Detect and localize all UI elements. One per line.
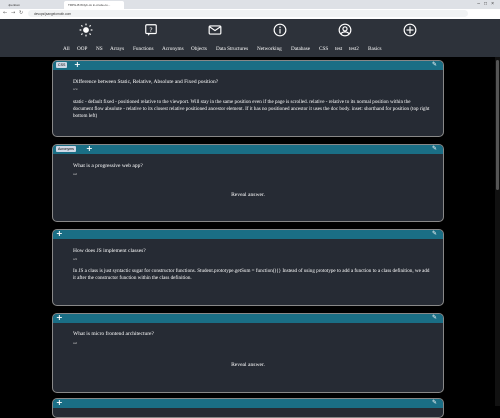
card-header: + ✎ (53, 314, 443, 323)
plus-icon[interactable]: + (56, 314, 63, 322)
menu-item-test[interactable]: test (335, 46, 342, 52)
question-card: CSS + ✎ Difference between Static, Relat… (52, 60, 444, 137)
menu-item-basics[interactable]: Basics (368, 46, 382, 52)
category-badge: CSS (56, 62, 68, 68)
menu-item-functions[interactable]: Functions (133, 46, 153, 52)
plus-circle-icon[interactable] (403, 23, 417, 37)
browser-chrome: Jperkiom TRPG-B:W4yb-Jo in-crude-co... –… (0, 0, 500, 19)
menu-item-database[interactable]: Database (291, 46, 310, 52)
browser-tab-active[interactable]: TRPG-B:W4yb-Jo in-crude-co... (64, 1, 124, 9)
reload-icon[interactable]: ↻ (19, 10, 23, 16)
author-text: ach (73, 257, 78, 261)
question-text: What is a progressive web app? (73, 163, 143, 169)
category-badge: Acronyms (56, 146, 76, 152)
address-bar[interactable]: devops/jsangelomoth.com (28, 10, 468, 17)
card-header: + ✎ (53, 399, 443, 408)
card-header: Acronyms + ✎ (53, 145, 443, 154)
reveal-answer-button[interactable]: Reveal answer. (53, 362, 443, 368)
card-header: + ✎ (53, 230, 443, 239)
pencil-icon[interactable]: ✎ (432, 399, 437, 406)
menu-item-arrays[interactable]: Arrays (110, 46, 124, 52)
author-text: acw (73, 87, 78, 91)
question-icon[interactable]: ? (144, 23, 158, 37)
answer-text: static - default fixed - positioned rela… (73, 99, 430, 119)
menu-item-networking[interactable]: Networking (257, 46, 282, 52)
card-header: CSS + ✎ (53, 61, 443, 70)
reveal-answer-button[interactable]: Reveal answer. (53, 192, 443, 198)
browser-tab[interactable]: Jperkiom (4, 1, 64, 9)
menu-item-all[interactable]: All (63, 46, 70, 52)
question-text: What is micro frontend architecture? (73, 331, 154, 337)
plus-icon[interactable]: + (74, 61, 81, 69)
user-icon[interactable] (338, 23, 352, 37)
menu-item-objects[interactable]: Objects (191, 46, 207, 52)
menu-item-ns[interactable]: NS (96, 46, 103, 52)
svg-text:?: ? (149, 26, 152, 34)
category-menu: All OOP NS Arrays Functions Acronyms Obj… (0, 46, 500, 54)
menu-item-oop[interactable]: OOP (77, 46, 87, 52)
question-text: How does JS implement classes? (73, 248, 146, 254)
forward-icon[interactable]: → (11, 10, 15, 16)
sun-icon[interactable] (79, 23, 93, 37)
question-card: + ✎ What is micro frontend architecture?… (52, 313, 444, 393)
question-card: + ✎ (52, 398, 444, 418)
question-card: + ✎ How does JS implement classes? ach I… (52, 229, 444, 306)
mail-icon[interactable] (208, 23, 222, 37)
menu-item-data-structures[interactable]: Data Structures (216, 46, 248, 52)
back-icon[interactable]: ← (3, 10, 7, 16)
window-controls[interactable]: –□× (477, 1, 498, 7)
pencil-icon[interactable]: ✎ (432, 145, 437, 152)
question-card: Acronyms + ✎ What is a progressive web a… (52, 144, 444, 222)
pencil-icon[interactable]: ✎ (432, 61, 437, 68)
author-text: asd (73, 172, 77, 176)
info-icon[interactable] (273, 23, 287, 37)
pencil-icon[interactable]: ✎ (432, 230, 437, 237)
answer-text: In JS a class is just syntactic sugar fo… (73, 268, 430, 281)
pencil-icon[interactable]: ✎ (432, 314, 437, 321)
plus-icon[interactable]: + (86, 145, 93, 153)
author-text: asd (73, 341, 77, 345)
plus-icon[interactable]: + (56, 230, 63, 238)
top-navbar: ? All OOP NS Arrays Functions Acronyms O… (0, 19, 500, 57)
question-text: Difference between Static, Relative, Abs… (73, 79, 219, 85)
menu-item-test2[interactable]: test2 (349, 46, 359, 52)
scrollbar-thumb[interactable] (496, 60, 499, 190)
menu-item-acronyms[interactable]: Acronyms (162, 46, 184, 52)
menu-item-css[interactable]: CSS (319, 46, 328, 52)
address-row: ← → ↻ devops/jsangelomoth.com (0, 9, 500, 19)
tab-strip: Jperkiom TRPG-B:W4yb-Jo in-crude-co... –… (0, 0, 500, 9)
